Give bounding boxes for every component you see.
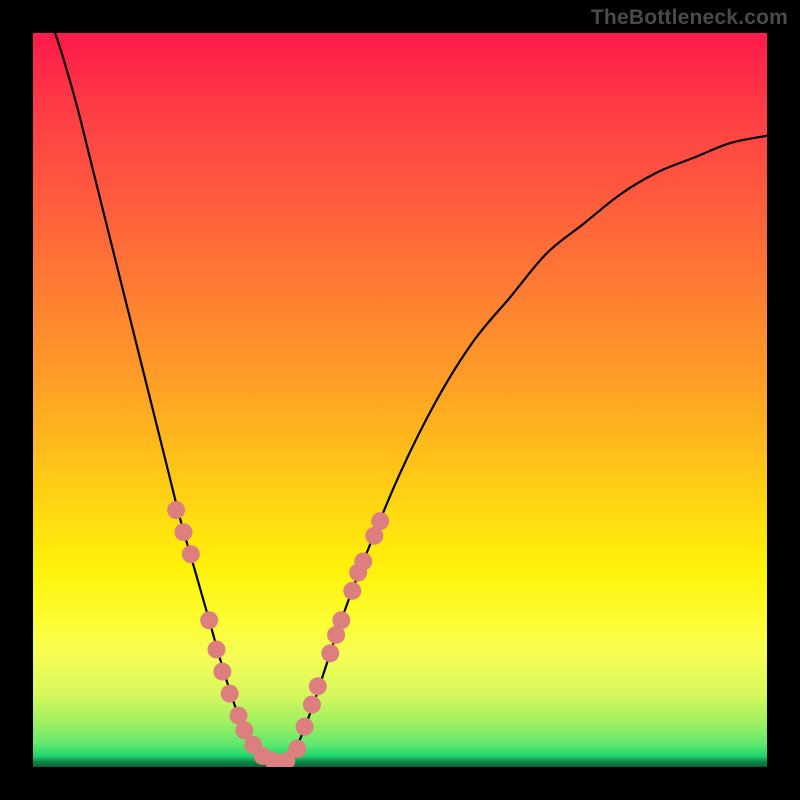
curve-marker [213, 663, 231, 681]
curve-marker [208, 641, 226, 659]
curve-marker [200, 611, 218, 629]
curve-marker [309, 677, 327, 695]
curve-marker [354, 552, 372, 570]
curve-marker [174, 523, 192, 541]
curve-marker [321, 644, 339, 662]
curve-marker [182, 545, 200, 563]
curve-marker [221, 685, 239, 703]
bottleneck-curve [55, 33, 767, 766]
curve-marker [167, 501, 185, 519]
curve-marker [371, 512, 389, 530]
watermark-text: TheBottleneck.com [591, 6, 788, 30]
curve-marker [332, 611, 350, 629]
curve-marker [288, 740, 306, 758]
chart-canvas [33, 33, 767, 767]
curve-markers [167, 501, 389, 767]
curve-marker [303, 696, 321, 714]
curve-marker [343, 582, 361, 600]
curve-marker [296, 718, 314, 736]
plot-area [33, 33, 767, 767]
